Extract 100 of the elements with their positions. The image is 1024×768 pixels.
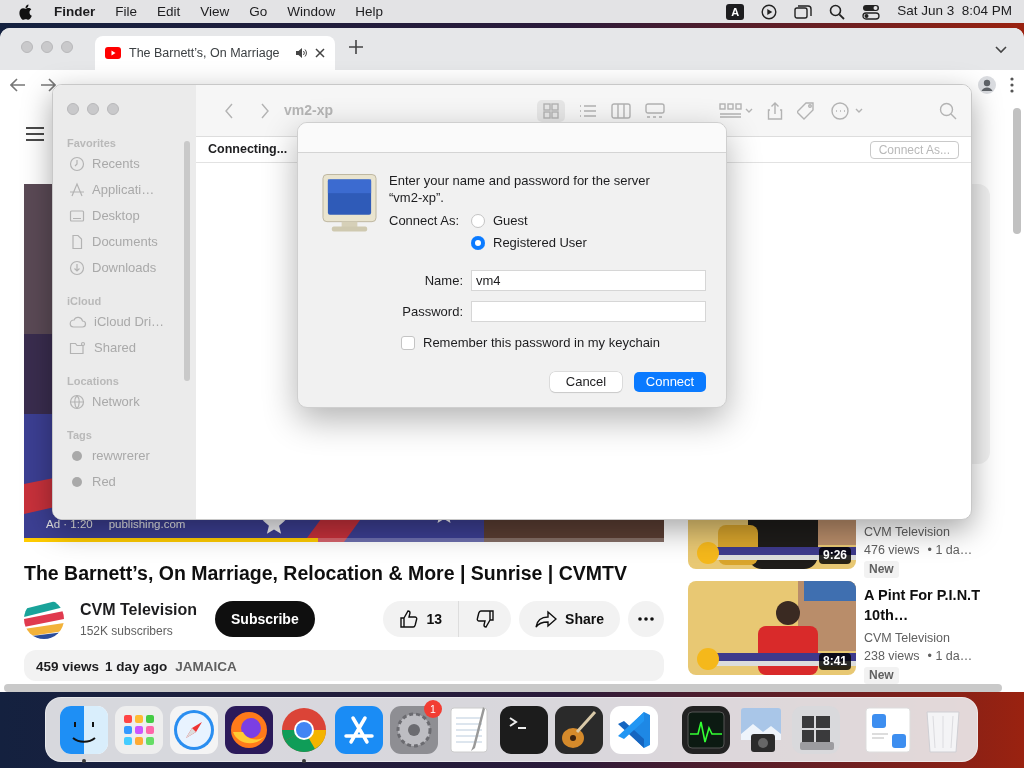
description-panel[interactable]: 459 views 1 day ago JAMAICA bbox=[24, 650, 664, 682]
menu-item[interactable]: Window bbox=[277, 0, 346, 23]
apple-icon[interactable] bbox=[18, 2, 34, 21]
subscriber-count: 152K subscribers bbox=[80, 623, 174, 641]
clock-icon bbox=[69, 156, 85, 172]
share-icon[interactable] bbox=[767, 101, 783, 120]
forward-icon[interactable] bbox=[40, 78, 56, 92]
activity-monitor-icon[interactable] bbox=[680, 704, 732, 756]
more-button[interactable] bbox=[628, 601, 664, 638]
field-label: Connect As: bbox=[389, 212, 461, 230]
menu-item[interactable]: Help bbox=[345, 0, 394, 23]
list-icon[interactable] bbox=[579, 103, 597, 118]
video-duration: 8:41 bbox=[818, 653, 851, 670]
password-field[interactable] bbox=[471, 301, 706, 322]
input-source-indicator[interactable]: A bbox=[726, 3, 745, 20]
thumbs-up-icon bbox=[398, 609, 419, 630]
back-icon[interactable] bbox=[224, 102, 234, 119]
group-icon[interactable] bbox=[719, 102, 753, 119]
cancel-button[interactable]: Cancel bbox=[550, 371, 622, 392]
hashtag[interactable]: JAMAICA bbox=[175, 657, 237, 678]
menu-item[interactable]: File bbox=[105, 0, 148, 23]
cloud-icon bbox=[69, 314, 87, 330]
notification-badge: 1 bbox=[424, 700, 442, 718]
play-logo-icon bbox=[105, 47, 121, 59]
profile-icon[interactable] bbox=[978, 76, 996, 94]
radio-button[interactable] bbox=[471, 236, 485, 250]
channel-name[interactable]: CVM Television bbox=[864, 523, 994, 541]
close-icon[interactable] bbox=[315, 48, 325, 58]
view-count: 238 views bbox=[864, 648, 920, 665]
name-field[interactable]: vm4 bbox=[471, 270, 706, 291]
checkbox[interactable] bbox=[401, 335, 415, 350]
tag-icon[interactable] bbox=[797, 101, 817, 120]
new-badge: New bbox=[864, 667, 899, 684]
fox-globe-icon[interactable] bbox=[223, 704, 275, 756]
scrollbar-thumb[interactable] bbox=[1013, 108, 1021, 234]
view-count: 459 views bbox=[36, 658, 100, 677]
radio-label[interactable]: Registered User bbox=[493, 233, 587, 253]
app-icon bbox=[69, 182, 85, 198]
columns-icon[interactable] bbox=[611, 102, 631, 119]
more-icon bbox=[638, 617, 654, 622]
speaker-icon[interactable] bbox=[295, 47, 307, 59]
windows-icon[interactable] bbox=[794, 3, 813, 20]
toggles-icon[interactable] bbox=[862, 3, 881, 20]
like-button[interactable]: 13 bbox=[382, 601, 460, 638]
channel-name[interactable]: CVM Television bbox=[80, 598, 200, 623]
thumbs-down-icon bbox=[475, 609, 496, 630]
new-tab-icon[interactable] bbox=[349, 40, 363, 54]
menu-item[interactable]: View bbox=[190, 0, 240, 23]
shared-folder-icon bbox=[69, 340, 87, 356]
dislike-button[interactable] bbox=[459, 601, 512, 638]
field-label: Password: bbox=[401, 302, 463, 321]
app-store-icon[interactable] bbox=[333, 704, 385, 756]
search-icon[interactable] bbox=[829, 3, 846, 20]
app-menu[interactable]: Finder bbox=[44, 0, 106, 23]
channel-name[interactable]: CVM Television bbox=[864, 629, 994, 647]
ad-label: Ad · 1:20 bbox=[46, 516, 93, 532]
share-button[interactable]: Share bbox=[519, 601, 620, 638]
scrollbar-thumb[interactable] bbox=[4, 684, 1002, 692]
status-text: Connecting... bbox=[208, 141, 288, 159]
chevron-down-icon[interactable] bbox=[995, 46, 1007, 54]
clock[interactable]: Sat Jun 3 8:04 PM bbox=[897, 1, 1012, 22]
video-duration: 9:26 bbox=[818, 547, 851, 564]
new-badge: New bbox=[864, 561, 899, 578]
monitor-icon bbox=[322, 172, 377, 234]
subscribe-button[interactable]: Subscribe bbox=[215, 601, 315, 638]
menu-item[interactable]: Edit bbox=[147, 0, 191, 23]
settings-icon[interactable] bbox=[388, 704, 440, 756]
gallery-icon[interactable] bbox=[645, 102, 665, 119]
ad-link[interactable]: publishing.com bbox=[108, 515, 186, 533]
radio-label[interactable]: Guest bbox=[493, 211, 528, 231]
more-options-icon[interactable] bbox=[1010, 77, 1014, 93]
desktop-icon bbox=[69, 208, 85, 224]
download-icon bbox=[69, 260, 85, 276]
video-title[interactable]: A Pint For P.I.N.T 10th… bbox=[864, 585, 994, 625]
code-editor-icon[interactable] bbox=[608, 704, 660, 756]
guitar-icon[interactable] bbox=[553, 704, 605, 756]
window-title: vm2-xp bbox=[284, 101, 334, 120]
more-icon[interactable] bbox=[831, 101, 865, 120]
radio-button[interactable] bbox=[471, 214, 485, 228]
terminal-icon[interactable] bbox=[498, 704, 550, 756]
grid-icon bbox=[543, 102, 559, 119]
video-title: The Barnett’s, On Marriage, Relocation & More | Sunrise | CVMTV bbox=[24, 561, 628, 586]
browser-tab[interactable]: The Barnett’s, On Marriage bbox=[95, 36, 335, 70]
dialog-message: Enter your name and password for the server “vm2-xp”. bbox=[389, 172, 651, 206]
menu-icon[interactable] bbox=[26, 126, 44, 141]
upload-age: • 1 da… bbox=[927, 648, 973, 665]
globe-icon bbox=[69, 394, 85, 410]
upload-age: • 1 da… bbox=[927, 542, 973, 559]
back-icon[interactable] bbox=[10, 78, 26, 92]
upload-date: 1 day ago bbox=[105, 658, 168, 677]
connect-button[interactable]: Connect bbox=[634, 371, 706, 392]
scrollbar-thumb[interactable] bbox=[184, 141, 190, 381]
finder-icon[interactable] bbox=[58, 704, 110, 756]
tab-title: The Barnett’s, On Marriage bbox=[129, 44, 280, 62]
channel-logo[interactable] bbox=[24, 599, 64, 640]
icon-view-button[interactable] bbox=[537, 99, 565, 122]
share-arrow-icon bbox=[535, 610, 558, 629]
menu-item[interactable]: Go bbox=[239, 0, 278, 23]
play-circle-icon[interactable] bbox=[761, 3, 778, 20]
checkbox-label[interactable]: Remember this password in my keychain bbox=[423, 333, 660, 353]
